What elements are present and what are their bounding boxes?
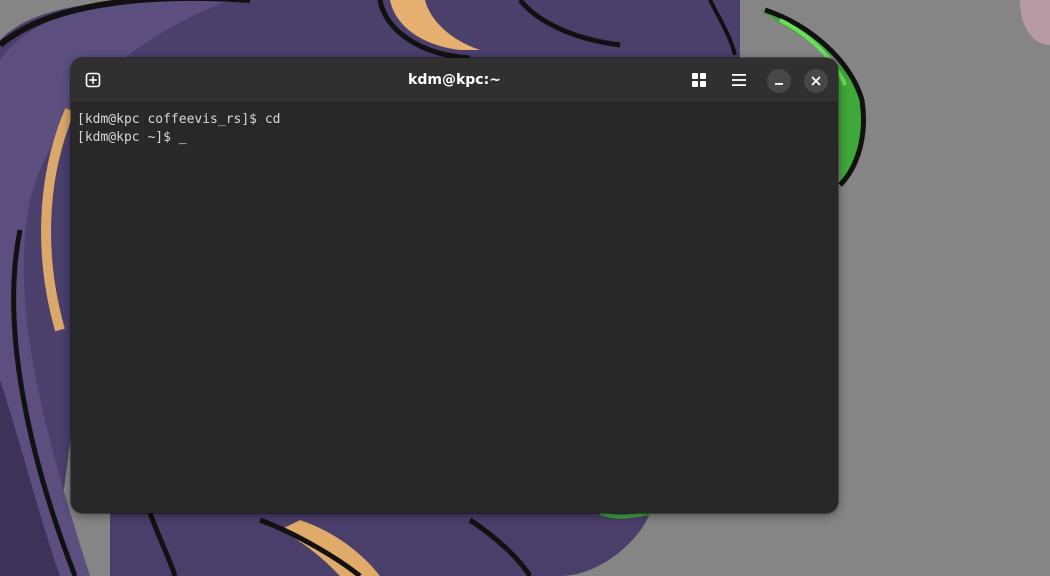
headerbar: kdm@kpc:~ <box>71 58 838 103</box>
terminal-prompt: [kdm@kpc coffeevis_rs]$ <box>77 112 265 127</box>
terminal-output[interactable]: [kdm@kpc coffeevis_rs]$ cd [kdm@kpc ~]$ … <box>71 103 838 513</box>
terminal-line: [kdm@kpc ~]$ _ <box>77 129 832 147</box>
tab-overview-button[interactable] <box>684 65 714 95</box>
close-icon <box>811 76 821 86</box>
terminal-prompt: [kdm@kpc ~]$ <box>77 130 179 145</box>
minimize-button[interactable] <box>767 69 791 93</box>
terminal-line: [kdm@kpc coffeevis_rs]$ cd <box>77 111 832 129</box>
view-grid-icon <box>692 73 706 87</box>
terminal-window: kdm@kpc:~ [kdm@kpc coffeevis_rs]$ cd [kd… <box>71 58 838 513</box>
main-menu-button[interactable] <box>724 65 754 95</box>
close-button[interactable] <box>804 69 828 93</box>
hamburger-menu-icon <box>732 74 746 86</box>
terminal-cursor: _ <box>178 130 187 145</box>
window-title: kdm@kpc:~ <box>408 72 501 88</box>
terminal-command: cd <box>264 112 281 127</box>
minimize-icon <box>775 83 783 85</box>
